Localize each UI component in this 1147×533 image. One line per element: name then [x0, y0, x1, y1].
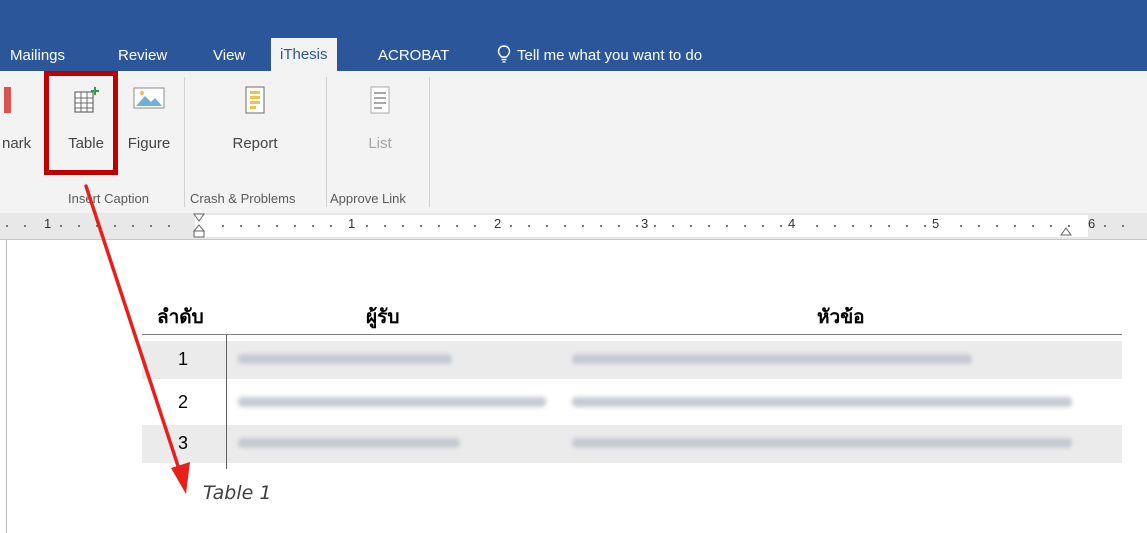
arrow-icon — [84, 184, 190, 494]
